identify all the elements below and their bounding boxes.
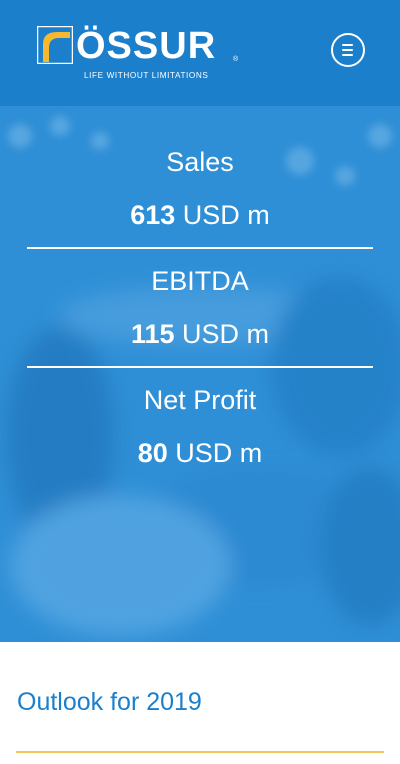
stat-value-line: 115 USD m — [0, 317, 400, 351]
ossur-logo[interactable]: ÖSSUR ® LIFE WITHOUT LIMITATIONS — [37, 26, 242, 86]
logo-mark-icon — [37, 26, 73, 64]
hamburger-icon-line — [342, 54, 353, 56]
stat-divider — [27, 247, 373, 249]
logo-wordmark: ÖSSUR — [76, 25, 217, 67]
logo-tagline: LIFE WITHOUT LIMITATIONS — [84, 71, 209, 80]
logo-registered-mark: ® — [233, 56, 239, 63]
menu-button[interactable] — [331, 33, 365, 67]
stat-net-profit: Net Profit 80 USD m — [0, 383, 400, 470]
stat-value-line: 80 USD m — [0, 436, 400, 470]
stat-sales: Sales 613 USD m — [0, 145, 400, 232]
stat-label: Sales — [166, 147, 234, 177]
stat-ebitda: EBITDA 115 USD m — [0, 264, 400, 351]
site-header: ÖSSUR ® LIFE WITHOUT LIMITATIONS — [0, 0, 400, 106]
outlook-accent-rule — [16, 751, 384, 753]
stat-unit: USD m — [182, 319, 270, 349]
stat-unit: USD m — [182, 200, 270, 230]
stat-value: 115 — [130, 319, 175, 349]
stat-label: EBITDA — [151, 266, 249, 296]
stat-unit: USD m — [175, 438, 263, 468]
stat-value: 80 — [137, 438, 168, 468]
outlook-heading[interactable]: Outlook for 2019 — [17, 688, 202, 717]
stat-label: Net Profit — [143, 385, 257, 415]
stat-divider — [27, 366, 373, 368]
hamburger-icon-line — [342, 49, 353, 51]
stat-value-line: 613 USD m — [0, 198, 400, 232]
stat-value: 613 — [130, 200, 176, 230]
hamburger-icon-line — [342, 44, 353, 46]
